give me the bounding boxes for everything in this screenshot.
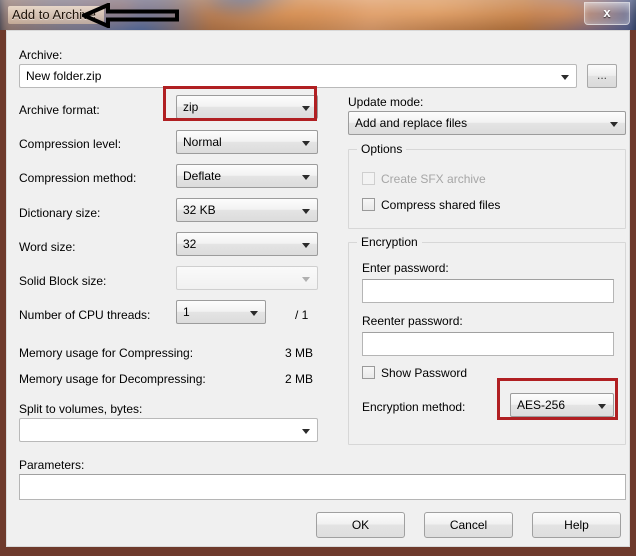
dialog-body: Archive: New folder.zip ... Archive form… xyxy=(6,30,630,547)
ok-button[interactable]: OK xyxy=(316,512,405,538)
show-password-label: Show Password xyxy=(381,366,468,380)
compression-level-combo[interactable]: Normal xyxy=(176,130,318,154)
compression-method-combo[interactable]: Deflate xyxy=(176,164,318,188)
chevron-down-icon xyxy=(561,75,569,80)
archive-format-label: Archive format: xyxy=(19,103,100,117)
options-group: Options Create SFX archive Compress shar… xyxy=(348,142,626,229)
close-icon: x xyxy=(603,5,611,20)
cpu-threads-label: Number of CPU threads: xyxy=(19,308,151,322)
encryption-group-title: Encryption xyxy=(357,235,422,249)
encryption-method-label: Encryption method: xyxy=(362,400,466,414)
encryption-group: Encryption Enter password: Reenter passw… xyxy=(348,235,626,445)
word-size-label: Word size: xyxy=(19,240,76,254)
memory-compressing-value: 3 MB xyxy=(285,346,314,360)
screen: Add to Archive x Archive: New folder.zip… xyxy=(0,0,636,556)
show-password-checkbox[interactable]: Show Password xyxy=(362,366,467,380)
archive-path-value: New folder.zip xyxy=(26,69,102,83)
create-sfx-checkbox: Create SFX archive xyxy=(362,172,486,186)
compress-shared-label: Compress shared files xyxy=(381,198,501,212)
cpu-threads-combo[interactable]: 1 xyxy=(176,300,266,324)
chevron-down-icon xyxy=(250,311,258,316)
create-sfx-label: Create SFX archive xyxy=(381,172,486,186)
solid-block-size-label: Solid Block size: xyxy=(19,274,107,288)
encryption-method-value: AES-256 xyxy=(517,398,566,412)
compression-level-label: Compression level: xyxy=(19,137,122,151)
cpu-threads-total: / 1 xyxy=(295,308,309,322)
checkbox-icon xyxy=(362,198,375,211)
memory-compressing-label: Memory usage for Compressing: xyxy=(19,346,194,360)
update-mode-label: Update mode: xyxy=(348,95,424,109)
split-volumes-combo[interactable] xyxy=(19,418,318,442)
archive-label: Archive: xyxy=(19,48,63,62)
enter-password-label: Enter password: xyxy=(362,261,449,275)
options-group-title: Options xyxy=(357,142,407,156)
chevron-down-icon xyxy=(302,141,310,146)
enter-password-input[interactable] xyxy=(362,279,614,303)
help-button[interactable]: Help xyxy=(532,512,621,538)
word-size-value: 32 xyxy=(183,237,197,251)
browse-button[interactable]: ... xyxy=(587,64,617,88)
chevron-down-icon xyxy=(610,122,618,127)
chevron-down-icon xyxy=(302,175,310,180)
cpu-threads-value: 1 xyxy=(183,305,190,319)
chevron-down-icon xyxy=(302,429,310,434)
compression-method-label: Compression method: xyxy=(19,171,137,185)
update-mode-combo[interactable]: Add and replace files xyxy=(348,111,626,135)
update-mode-value: Add and replace files xyxy=(355,116,468,130)
checkbox-icon xyxy=(362,366,375,379)
cancel-button[interactable]: Cancel xyxy=(424,512,513,538)
parameters-input[interactable] xyxy=(19,474,626,500)
window-title: Add to Archive xyxy=(8,6,104,24)
chevron-down-icon xyxy=(302,106,310,111)
memory-decompressing-value: 2 MB xyxy=(285,372,314,386)
reenter-password-input[interactable] xyxy=(362,332,614,356)
solid-block-size-combo xyxy=(176,266,318,290)
dictionary-size-value: 32 KB xyxy=(183,203,216,217)
parameters-label: Parameters: xyxy=(19,458,85,472)
dialog-frame: Archive: New folder.zip ... Archive form… xyxy=(0,30,636,556)
archive-format-combo[interactable]: zip xyxy=(176,95,318,119)
chevron-down-icon xyxy=(302,277,310,282)
archive-path-combo[interactable]: New folder.zip xyxy=(19,64,577,88)
dictionary-size-label: Dictionary size: xyxy=(19,206,101,220)
title-bar: Add to Archive x xyxy=(0,0,636,30)
archive-format-value: zip xyxy=(183,100,199,114)
compress-shared-checkbox[interactable]: Compress shared files xyxy=(362,198,500,212)
checkbox-icon xyxy=(362,172,375,185)
compression-method-value: Deflate xyxy=(183,169,222,183)
dictionary-size-combo[interactable]: 32 KB xyxy=(176,198,318,222)
word-size-combo[interactable]: 32 xyxy=(176,232,318,256)
chevron-down-icon xyxy=(302,209,310,214)
reenter-password-label: Reenter password: xyxy=(362,314,463,328)
close-button[interactable]: x xyxy=(584,2,630,25)
split-volumes-label: Split to volumes, bytes: xyxy=(19,402,143,416)
encryption-method-combo[interactable]: AES-256 xyxy=(510,393,614,417)
compression-level-value: Normal xyxy=(183,135,222,149)
chevron-down-icon xyxy=(302,243,310,248)
chevron-down-icon xyxy=(598,404,606,409)
memory-decompressing-label: Memory usage for Decompressing: xyxy=(19,372,206,386)
